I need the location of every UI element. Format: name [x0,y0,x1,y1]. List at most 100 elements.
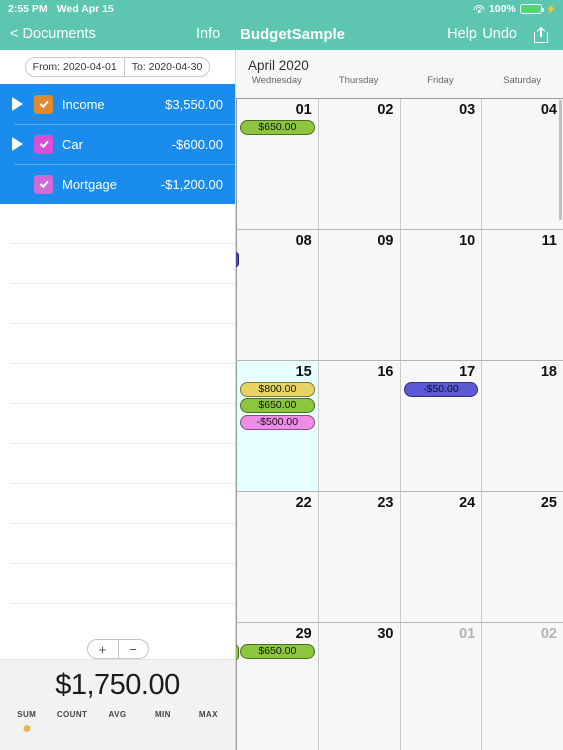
battery-percent-label: 100% [488,3,516,15]
empty-category-row[interactable] [0,484,235,524]
calendar-scrollbar[interactable] [559,100,562,220]
calendar-day-cell[interactable]: 10 [399,230,482,360]
status-bar-right: 100% ⚡ [473,0,557,18]
calendar-day-cell[interactable]: 30 [317,623,400,750]
category-checkbox[interactable] [34,134,53,154]
calendar-day-number: 22 [295,495,312,511]
calendar-day-cell[interactable]: 02 [481,623,563,750]
calendar-week-row: 29 $650.00 30 01 02 [236,622,563,750]
statistic-tab-max[interactable]: MAX [186,710,231,732]
battery-charging-icon [519,4,544,14]
calendar-day-cell[interactable]: 04 [481,99,563,229]
calendar-day-cell[interactable]: 18 [481,361,563,491]
statistic-tab-sum[interactable]: SUM [4,710,49,732]
calendar-week-row: 08 09 10 11 [236,229,563,360]
calendar-day-cell[interactable]: 29 $650.00 [236,623,318,750]
category-list: Income $3,550.00 Car -$600.00 Mortgage -$1,20… [0,84,235,204]
category-row[interactable]: Mortgage -$1,200.00 [0,164,235,204]
statistic-tab-label: AVG [108,710,127,719]
category-checkbox[interactable] [34,94,53,114]
category-checkbox[interactable] [34,174,53,194]
calendar-day-cell[interactable]: 22 [236,492,318,622]
share-icon [534,25,548,43]
calendar-day-number: 15 [295,364,312,380]
empty-category-row[interactable] [0,404,235,444]
disclosure-triangle-icon[interactable] [0,97,34,111]
calendar-day-number: 30 [377,626,394,642]
calendar-day-number: 02 [540,626,557,642]
statistic-tab-label: MIN [154,710,171,719]
calendar-event-pill[interactable]: -$50.00 [403,381,479,397]
date-range-control[interactable]: From: 2020-04-01 To: 2020-04-30 [24,57,211,77]
calendar-event-pill[interactable]: $650.00 [240,398,315,413]
calendar-day-cell[interactable]: 25 [481,492,563,622]
statistic-tab-count[interactable]: COUNT [49,710,94,732]
empty-category-row[interactable] [0,244,235,284]
calendar-day-cell[interactable]: 15 $800.00 $650.00 -$500.00 [236,361,318,491]
calendar-day-cell[interactable]: 01 $650.00 [236,99,318,229]
date-range-to[interactable]: To: 2020-04-30 [123,58,210,76]
add-remove-stepper[interactable]: + − [86,639,149,659]
calendar-day-number: 08 [295,233,312,249]
calendar-week-row: 01 $650.00 02 03 04 [236,98,563,229]
statistics-panel: $1,750.00 SUM COUNT AVG MIN MAX [0,659,235,750]
empty-category-row[interactable] [0,444,235,484]
empty-category-row[interactable] [0,364,235,404]
document-title: BudgetSample [240,25,346,43]
calendar-week-row: 22 23 24 25 [236,491,563,622]
statistic-value: $1,750.00 [55,669,180,701]
calendar-event-pill[interactable]: $800.00 [240,381,315,397]
empty-category-row[interactable] [0,204,235,244]
remove-row-button[interactable]: − [117,640,148,658]
stepper-container: + − [0,639,235,659]
category-amount: $3,550.00 [165,96,223,112]
date-range-from[interactable]: From: 2020-04-01 [26,58,124,76]
info-button[interactable]: Info [196,18,220,50]
status-time: 2:55 PM [8,3,48,15]
calendar-day-cell[interactable]: 17 -$50.00 [399,361,482,491]
calendar-day-cell[interactable]: 08 [236,230,318,360]
date-range-container: From: 2020-04-01 To: 2020-04-30 [0,50,235,84]
calendar-event-pill[interactable]: $650.00 [240,643,315,659]
empty-category-row[interactable] [0,564,235,604]
status-bar: 2:55 PM Wed Apr 15 100% ⚡ [0,0,563,18]
category-name: Mortgage [62,176,117,192]
calendar-event-continuation-stub [236,645,239,660]
calendar-month-title: April 2020 [248,58,309,73]
navigation-bar: < Documents Info BudgetSample Help Undo [0,18,563,50]
calendar-day-cell[interactable]: 24 [399,492,482,622]
calendar-day-cell[interactable]: 03 [399,99,482,229]
calendar-grid: 01 $650.00 02 03 04 08 09 10 11 15 $800.00 $650.00-… [236,98,563,750]
disclosure-triangle-icon[interactable] [0,137,34,151]
calendar-day-number: 01 [295,102,312,118]
calendar-day-cell[interactable]: 01 [399,623,482,750]
calendar-day-number: 04 [540,102,557,118]
calendar-event-pill[interactable]: $650.00 [240,119,315,135]
statistic-tab-avg[interactable]: AVG [95,710,140,732]
calendar-day-cell[interactable]: 02 [317,99,400,229]
add-row-button[interactable]: + [88,640,118,658]
calendar-day-cell[interactable]: 23 [317,492,400,622]
back-to-documents-button[interactable]: < Documents [10,18,96,50]
calendar-day-cell[interactable]: 16 [317,361,400,491]
help-button[interactable]: Help [447,18,477,50]
statistic-tab-min[interactable]: MIN [140,710,185,732]
calendar-day-cell[interactable]: 09 [317,230,400,360]
empty-category-row[interactable] [0,324,235,364]
statistic-tabs: SUM COUNT AVG MIN MAX [0,710,235,732]
calendar-event-pill[interactable]: -$500.00 [240,414,315,430]
calendar-day-number: 25 [540,495,557,511]
category-row[interactable]: Income $3,550.00 [0,84,235,124]
calendar-day-number: 23 [377,495,394,511]
calendar-day-number: 17 [459,364,476,380]
charging-bolt-icon: ⚡ [545,3,557,14]
share-button[interactable] [527,18,555,50]
calendar-day-cell[interactable]: 11 [481,230,563,360]
calendar-day-number: 16 [377,364,394,380]
empty-category-row[interactable] [0,524,235,564]
undo-button[interactable]: Undo [482,18,517,50]
empty-category-row[interactable] [0,284,235,324]
calendar-day-headers: Wednesday Thursday Friday Saturday [236,75,563,92]
category-row[interactable]: Car -$600.00 [0,124,235,164]
calendar-day-header: Thursday [338,75,379,86]
